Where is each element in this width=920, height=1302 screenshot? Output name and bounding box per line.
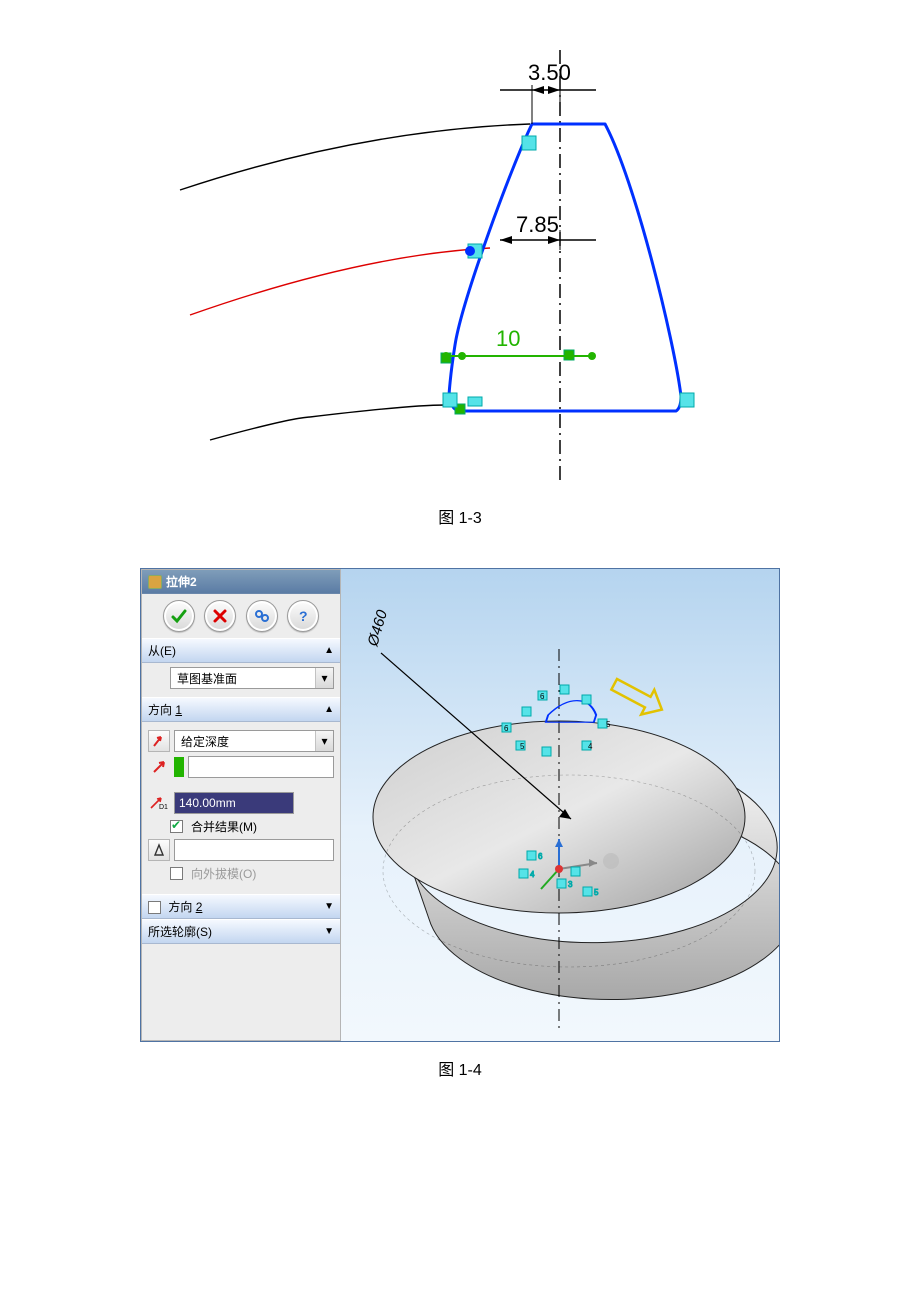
dim-diameter: Ø460 [364,608,391,650]
section-dir2-label: 方向 2 [168,900,202,914]
section-selcontours-label: 所选轮廓(S) [148,923,212,940]
merge-result-label: 合并结果(M) [191,818,257,835]
svg-text:6: 6 [538,852,543,861]
figure-1-3: 3.50 7.85 10 [100,50,820,490]
sketch-1-3: 3.50 7.85 10 [160,50,760,490]
section-dir1-header[interactable]: 方向 1 ▲ [142,697,340,722]
propertymanager-panel: 拉伸2 ? 从(E) ▲ [141,569,341,1041]
section-dir2-header[interactable]: 方向 2 ▼ [142,894,340,919]
figure-1-4-caption: 图 1-4 [100,1056,820,1080]
extrude-icon [148,575,162,589]
svg-text:D1: D1 [159,804,168,810]
selection-chip [174,757,184,777]
svg-text:5: 5 [520,742,525,751]
svg-text:5: 5 [594,888,599,897]
svg-text:6: 6 [540,692,545,701]
figure-1-4: 拉伸2 ? 从(E) ▲ [140,568,780,1042]
merge-result-checkbox[interactable] [170,820,183,833]
direction-arrow-icon [148,760,170,774]
pm-title-text: 拉伸2 [166,573,197,590]
chevron-down-icon: ▼ [324,926,334,937]
help-button[interactable]: ? [287,600,319,632]
depth-d1-icon: D1 [148,796,170,810]
from-combo-text: 草图基准面 [171,670,315,687]
graphics-viewport[interactable]: Ø460 [341,569,779,1041]
direction-vector-field[interactable] [188,756,334,778]
chevron-down-icon: ▼ [324,901,334,912]
svg-text:4: 4 [530,870,535,879]
draft-outward-label: 向外拔模(O) [191,865,256,882]
dropdown-icon[interactable]: ▾ [315,668,333,688]
dim-top: 3.50 [528,60,571,85]
dropdown-icon[interactable]: ▾ [315,731,333,751]
draft-button[interactable] [148,839,170,861]
pm-title-bar: 拉伸2 [142,570,340,594]
section-from-header[interactable]: 从(E) ▲ [142,638,340,663]
cancel-button[interactable] [204,600,236,632]
dim-mid: 7.85 [516,212,559,237]
section-dir1-label: 方向 1 [148,703,182,717]
draft-outward-checkbox [170,867,183,880]
chevron-up-icon: ▲ [324,704,334,715]
preview-button[interactable] [246,600,278,632]
end-condition-text: 给定深度 [175,733,315,750]
figure-1-3-caption: 图 1-3 [100,504,820,528]
draft-angle-field[interactable] [174,839,334,861]
chevron-up-icon: ▲ [324,645,334,656]
section-from-label: 从(E) [148,642,176,659]
end-condition-combo[interactable]: 给定深度 ▾ [174,730,334,752]
svg-text:?: ? [299,608,308,624]
depth-input[interactable] [174,792,294,814]
svg-text:3: 3 [568,880,573,889]
ok-button[interactable] [163,600,195,632]
reverse-direction-button[interactable] [148,730,170,752]
from-combo[interactable]: 草图基准面 ▾ [170,667,334,689]
dim-base: 10 [496,326,520,351]
svg-text:4: 4 [588,742,593,751]
svg-text:6: 6 [504,724,509,733]
svg-text:5: 5 [606,720,611,729]
section-selected-contours-header[interactable]: 所选轮廓(S) ▼ [142,919,340,944]
